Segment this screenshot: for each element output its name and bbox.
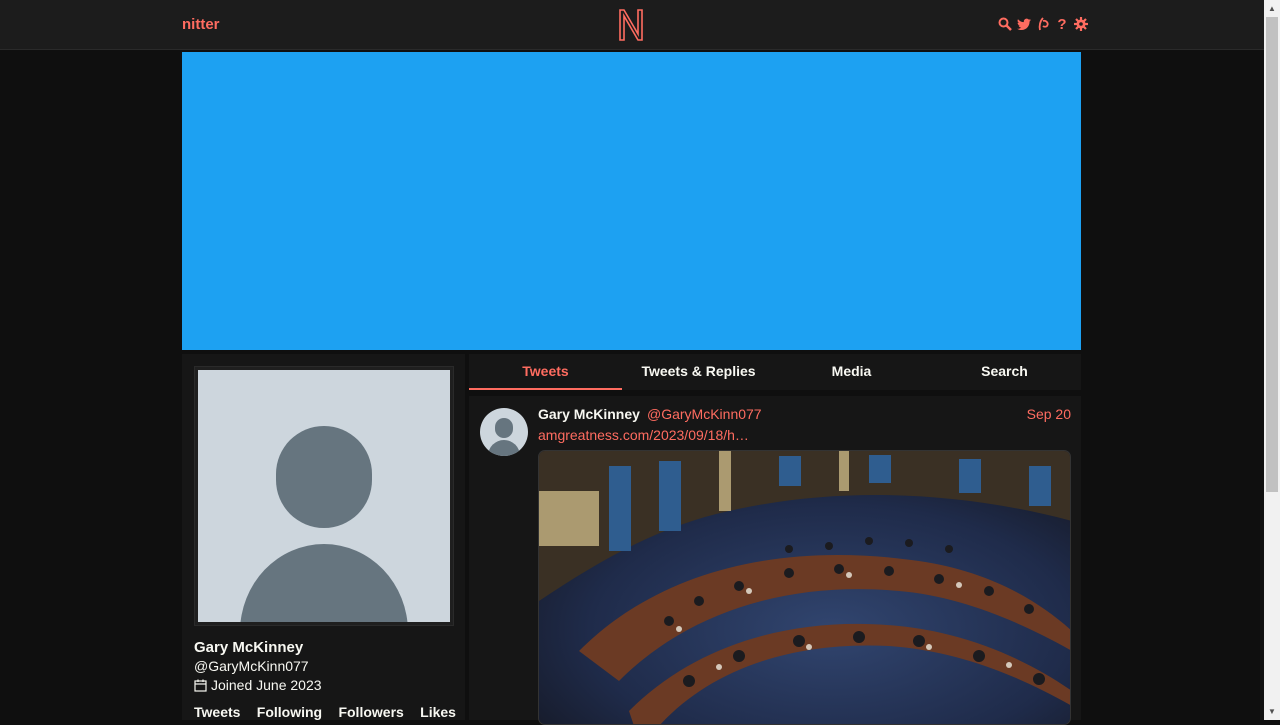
scroll-up-arrow-icon[interactable]: ▲ [1264,0,1280,17]
stat-tweets[interactable]: Tweets [194,704,240,720]
nitter-logo-icon[interactable] [617,8,645,42]
scroll-thumb[interactable] [1266,17,1278,492]
profile-card: Gary McKinney @GaryMcKinn077 Joined June… [182,354,465,720]
twitter-icon[interactable] [1017,16,1031,32]
settings-icon[interactable] [1074,16,1088,32]
scroll-down-arrow-icon[interactable]: ▼ [1264,703,1280,720]
page-scrollbar[interactable]: ▲ ▼ [1264,0,1280,720]
stat-followers[interactable]: Followers [338,704,403,720]
tweet-link[interactable]: amgreatness.com/2023/09/18/h… [538,427,749,443]
tweet-image[interactable] [538,450,1071,725]
nav-icon-group: ? [998,16,1088,33]
joined-label: Joined June 2023 [211,677,322,693]
calendar-icon [194,679,207,692]
profile-avatar[interactable] [194,366,454,626]
stat-likes[interactable]: Likes [420,704,456,720]
profile-username[interactable]: @GaryMcKinn077 [194,658,309,674]
tweet-avatar[interactable] [480,408,528,456]
profile-stats: Tweets Following Followers Likes [194,704,456,720]
tweet-fullname[interactable]: Gary McKinney [538,406,640,422]
top-navbar: nitter ? [0,0,1264,50]
profile-fullname[interactable]: Gary McKinney [194,639,303,656]
tab-search[interactable]: Search [928,354,1081,390]
stat-following[interactable]: Following [257,704,322,720]
tab-tweets-replies[interactable]: Tweets & Replies [622,354,775,390]
tab-tweets[interactable]: Tweets [469,354,622,390]
nitter-home-link[interactable]: nitter [182,16,220,33]
profile-banner[interactable] [182,52,1081,350]
tweet-date[interactable]: Sep 20 [1027,406,1071,422]
rss-icon[interactable] [1036,16,1050,32]
profile-joined-date: Joined June 2023 [194,677,322,693]
tweet-username[interactable]: @GaryMcKinn077 [647,406,762,422]
help-icon[interactable]: ? [1055,16,1069,33]
timeline-tabs: Tweets Tweets & Replies Media Search [469,354,1081,390]
tab-media[interactable]: Media [775,354,928,390]
search-icon[interactable] [998,16,1012,32]
default-avatar-icon [198,370,450,622]
tweet-item[interactable]: Gary McKinney @GaryMcKinn077 Sep 20 amgr… [469,396,1081,725]
